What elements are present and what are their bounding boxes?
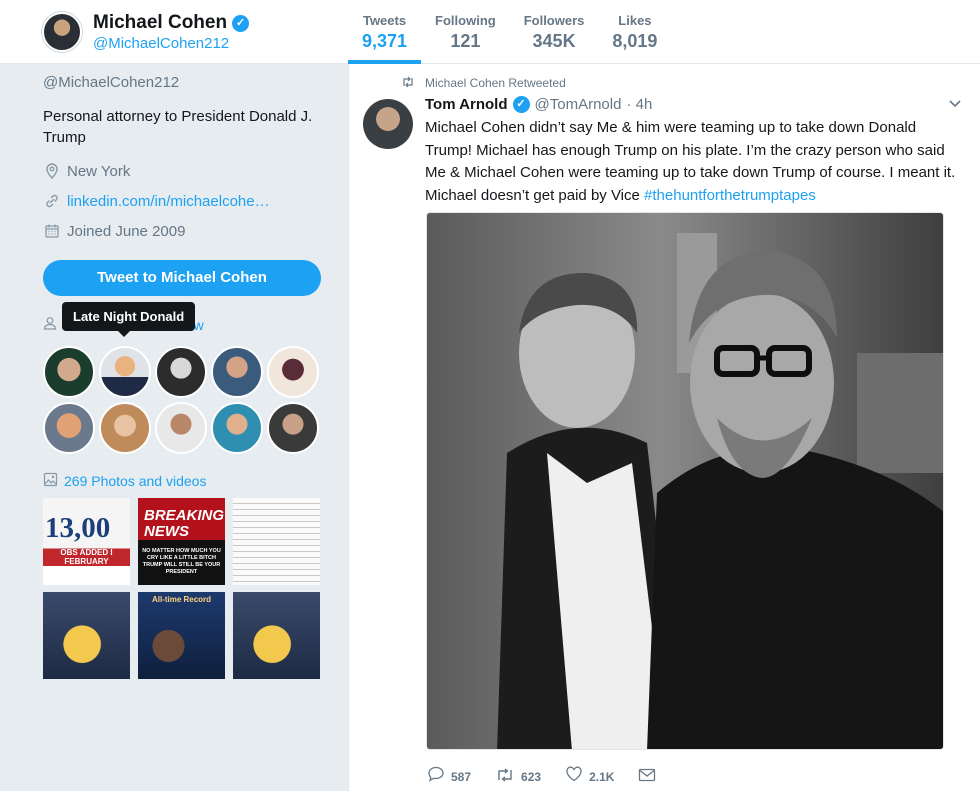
photos-videos-label: 269 Photos and videos: [64, 473, 207, 489]
stat-followers[interactable]: Followers 345K: [510, 0, 599, 64]
profile-name: Michael Cohen: [93, 12, 228, 33]
profile-handle-header[interactable]: @MichaelCohen212: [93, 35, 229, 52]
tweet-timeline: Michael Cohen Retweeted Tom Arnold ✓ @To…: [348, 64, 980, 791]
location-pin-icon: [43, 162, 61, 180]
reply-icon: [427, 766, 445, 787]
tweet-header: Tom Arnold ✓ @TomArnold · 4h: [425, 96, 652, 113]
envelope-icon: [638, 767, 656, 787]
follower-avatar[interactable]: [211, 402, 263, 454]
stat-value: 8,019: [612, 31, 658, 51]
retweet-context: Michael Cohen Retweeted: [401, 75, 566, 91]
chevron-down-icon[interactable]: [948, 96, 962, 112]
photo-thumbnail[interactable]: [43, 592, 130, 679]
tweet-actions: 587 623 2.1K: [427, 766, 656, 787]
profile-name-header: Michael Cohen ✓: [93, 12, 250, 34]
follower-avatar[interactable]: [99, 402, 151, 454]
website-row[interactable]: linkedin.com/in/michaelcohe…: [43, 192, 270, 210]
joined-row: Joined June 2009: [43, 222, 185, 240]
retweet-icon: [401, 75, 415, 91]
sidebar-handle: @MichaelCohen212: [43, 74, 180, 91]
photo-grid: 13,00 OBS ADDED I FEBRUARY BREAKING NEWS…: [43, 498, 323, 679]
avatar-tooltip: Late Night Donald: [62, 302, 196, 337]
photo-subcaption: NO MATTER HOW MUCH YOU CRY LIKE A LITTLE…: [142, 548, 221, 575]
follower-avatar[interactable]: [43, 402, 95, 454]
stat-label: Followers: [523, 13, 585, 28]
photo-caption: BREAKING NEWS: [144, 507, 225, 540]
tweet-author-handle[interactable]: @TomArnold: [535, 96, 622, 113]
photo-caption: 13,00: [45, 512, 111, 544]
profile-nav-bar: Michael Cohen ✓ @MichaelCohen212 Tweets …: [0, 0, 980, 64]
joined-text: Joined June 2009: [67, 222, 186, 240]
calendar-icon: [43, 222, 61, 240]
follower-avatar[interactable]: [155, 346, 207, 398]
tweet-author-avatar[interactable]: [363, 99, 413, 149]
verified-badge-icon: ✓: [232, 14, 250, 32]
website-link[interactable]: linkedin.com/in/michaelcohe…: [67, 193, 270, 210]
person-icon: [43, 316, 57, 333]
retweeted-by-label[interactable]: Michael Cohen Retweeted: [425, 76, 566, 90]
profile-sidebar: @MichaelCohen212 Personal attorney to Pr…: [0, 64, 348, 791]
tweet-to-button[interactable]: Tweet to Michael Cohen: [43, 260, 321, 296]
stat-label: Tweets: [362, 13, 407, 28]
location-text: New York: [67, 162, 131, 180]
like-button[interactable]: 2.1K: [565, 766, 614, 787]
heart-icon: [565, 766, 583, 787]
stat-value: 345K: [532, 31, 576, 51]
photo-caption: All-time Record: [151, 595, 212, 604]
photo-icon: [43, 472, 58, 490]
tweet-author-name[interactable]: Tom Arnold: [425, 96, 508, 113]
follower-avatar[interactable]: [155, 402, 207, 454]
followers-you-know-grid: [43, 346, 323, 454]
follower-avatar[interactable]: [211, 346, 263, 398]
profile-bio: Personal attorney to President Donald J.…: [43, 108, 313, 146]
photo-thumbnail[interactable]: 13,00 OBS ADDED I FEBRUARY: [43, 498, 130, 585]
follower-avatar[interactable]: [43, 346, 95, 398]
photos-videos-link[interactable]: 269 Photos and videos: [43, 472, 206, 490]
follower-avatar[interactable]: [267, 346, 319, 398]
tweet-timestamp[interactable]: · 4h: [626, 96, 652, 113]
photo-thumbnail[interactable]: All-time Record: [138, 592, 225, 679]
follower-avatar[interactable]: [99, 346, 151, 398]
profile-avatar[interactable]: [42, 12, 82, 52]
tweet-photo[interactable]: [426, 212, 944, 750]
follower-avatar[interactable]: [267, 402, 319, 454]
stat-label: Following: [435, 13, 496, 28]
verified-badge-icon: ✓: [512, 96, 530, 113]
profile-stats: Tweets 9,371 Following 121 Followers 345…: [348, 0, 671, 64]
stat-likes[interactable]: Likes 8,019: [598, 0, 671, 64]
tweet-text: Michael Cohen didn’t say Me & him were t…: [425, 117, 960, 207]
tweet-hashtag[interactable]: #thehuntforthetrumptapes: [644, 187, 816, 204]
stat-tweets[interactable]: Tweets 9,371: [348, 0, 422, 64]
retweet-button[interactable]: 623: [495, 766, 541, 787]
photo-subcaption: OBS ADDED I FEBRUARY: [60, 548, 113, 566]
stat-value: 121: [450, 31, 481, 51]
photo-thumbnail[interactable]: [233, 498, 320, 585]
photo-thumbnail[interactable]: [233, 592, 320, 679]
location-row: New York: [43, 162, 130, 180]
stat-label: Likes: [618, 13, 652, 28]
reply-button[interactable]: 587: [427, 766, 471, 787]
photo-thumbnail[interactable]: BREAKING NEWS NO MATTER HOW MUCH YOU CRY…: [138, 498, 225, 585]
link-icon: [43, 192, 61, 210]
reply-count: 587: [451, 769, 472, 784]
direct-message-button[interactable]: [638, 766, 656, 787]
stat-following[interactable]: Following 121: [421, 0, 510, 64]
like-count: 2.1K: [589, 769, 615, 784]
retweet-count: 623: [521, 769, 542, 784]
retweet-icon: [495, 767, 515, 787]
stat-value: 9,371: [362, 31, 408, 51]
